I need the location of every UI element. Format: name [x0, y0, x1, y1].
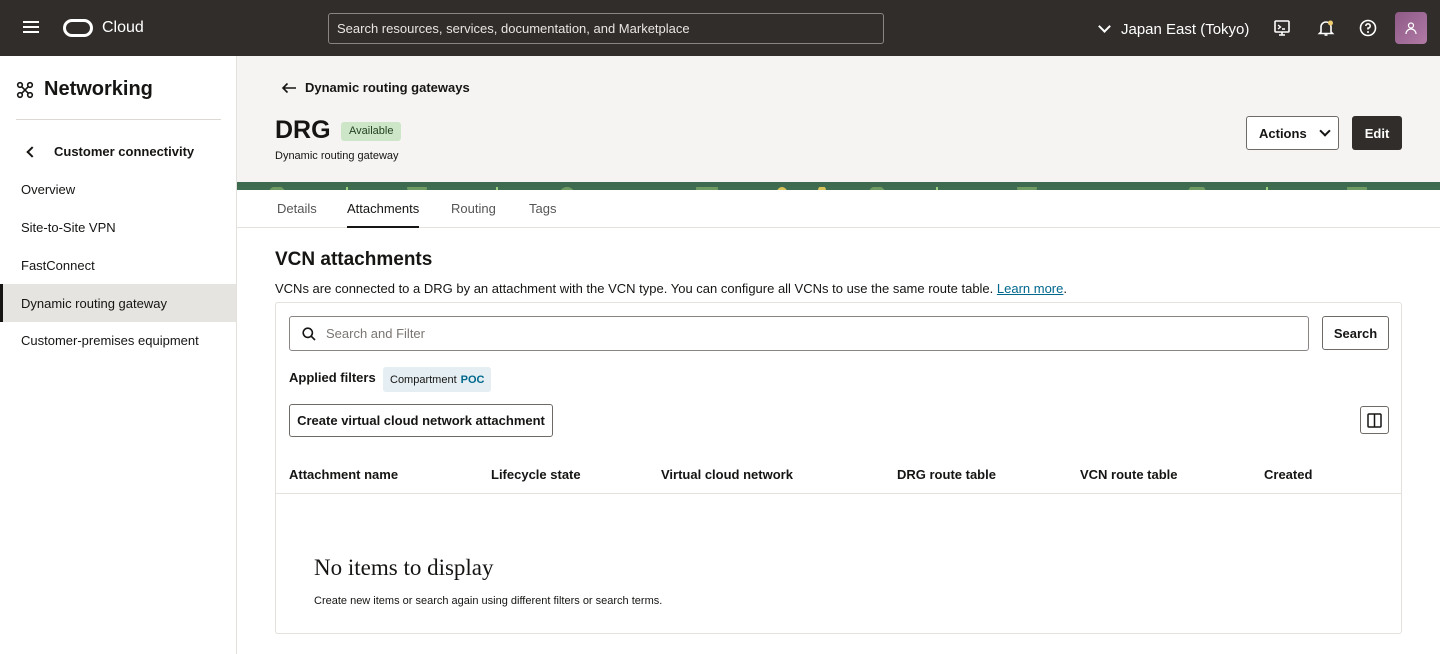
filter-chip-value: POC: [460, 373, 485, 386]
sidebar-divider: [16, 119, 221, 120]
sidebar-item-label: Overview: [21, 181, 76, 197]
region-selector[interactable]: Japan East (Tokyo): [1096, 19, 1249, 39]
oracle-logo-icon[interactable]: [63, 19, 93, 37]
arrow-left-icon: [281, 82, 296, 93]
column-header-lifecycle-state[interactable]: Lifecycle state: [491, 467, 581, 482]
filter-chip-key: Compartment: [390, 373, 457, 386]
sidebar-item-label: Dynamic routing gateway: [21, 295, 167, 311]
search-button[interactable]: Search: [1322, 316, 1389, 350]
table-header: Attachment name Lifecycle state Virtual …: [276, 455, 1401, 494]
page-subtitle: Dynamic routing gateway: [275, 150, 399, 162]
chevron-down-icon: [1098, 20, 1111, 33]
column-header-vcn-route-table[interactable]: VCN route table: [1080, 467, 1178, 482]
region-label: Japan East (Tokyo): [1121, 20, 1250, 38]
section-title: VCN attachments: [275, 249, 433, 270]
tab-tags[interactable]: Tags: [529, 201, 556, 228]
brand-name[interactable]: Cloud: [102, 19, 144, 37]
learn-more-link[interactable]: Learn more: [997, 281, 1063, 296]
sidebar-title: Networking: [16, 78, 153, 101]
breadcrumb-label: Dynamic routing gateways: [305, 80, 470, 95]
global-search[interactable]: [328, 13, 884, 44]
cloud-shell-icon[interactable]: [1273, 19, 1291, 37]
filter-chip-compartment[interactable]: Compartment POC: [383, 367, 492, 392]
sidebar-title-text: Networking: [44, 78, 153, 100]
sidebar: Networking Customer connectivity Overvie…: [0, 56, 237, 654]
user-avatar-icon[interactable]: [1395, 12, 1427, 44]
column-header-attachment-name[interactable]: Attachment name: [289, 467, 398, 482]
chevron-left-icon: [26, 145, 38, 158]
column-header-virtual-cloud-network[interactable]: Virtual cloud network: [661, 467, 793, 482]
column-header-created[interactable]: Created: [1264, 467, 1312, 482]
person-icon: [1405, 22, 1417, 35]
columns-icon[interactable]: [1360, 406, 1389, 434]
hamburger-icon[interactable]: [20, 18, 42, 38]
section-description: VCNs are connected to a DRG by an attach…: [275, 281, 1067, 296]
actions-label: Actions: [1259, 125, 1307, 141]
top-navigation-bar: Cloud Japan East (Tokyo): [0, 0, 1440, 56]
chevron-down-icon: [1319, 125, 1331, 137]
breadcrumb[interactable]: Dynamic routing gateways: [281, 80, 470, 95]
filter-search-field[interactable]: [289, 316, 1309, 351]
create-attachment-button[interactable]: Create virtual cloud network attachment: [289, 404, 553, 437]
attachments-panel: Search Applied filters Compartment POC C…: [275, 302, 1402, 634]
networking-icon: [16, 81, 34, 98]
sidebar-item-site-to-site-vpn[interactable]: Site-to-Site VPN: [0, 208, 236, 246]
filter-search-input[interactable]: [326, 326, 1308, 341]
tab-attachments[interactable]: Attachments: [347, 201, 420, 228]
section-description-end: .: [1063, 281, 1067, 296]
tab-bar: Details Attachments Routing Tags: [237, 190, 1440, 228]
global-search-input[interactable]: [329, 14, 883, 43]
status-badge: Available: [341, 122, 402, 141]
sidebar-item-label: Customer-premises equipment: [21, 332, 199, 348]
decorative-banner: [237, 182, 1440, 190]
search-icon: [302, 326, 316, 341]
page-header: Dynamic routing gateways DRG Available D…: [237, 56, 1440, 182]
help-icon[interactable]: [1359, 19, 1377, 37]
applied-filters-label: Applied filters: [289, 370, 376, 385]
tab-routing[interactable]: Routing: [451, 201, 496, 228]
empty-state-title: No items to display: [314, 555, 494, 580]
sidebar-item-customer-premises-equipment[interactable]: Customer-premises equipment: [0, 321, 236, 359]
sidebar-item-label: Site-to-Site VPN: [21, 219, 116, 235]
sidebar-back-label: Customer connectivity: [54, 144, 195, 159]
sidebar-item-fastconnect[interactable]: FastConnect: [0, 246, 236, 284]
empty-state-description: Create new items or search again using d…: [314, 595, 663, 607]
sidebar-item-label: FastConnect: [21, 257, 95, 273]
bell-icon[interactable]: [1317, 19, 1335, 37]
edit-button[interactable]: Edit: [1352, 116, 1402, 150]
sidebar-item-overview[interactable]: Overview: [0, 170, 236, 208]
sidebar-back-link[interactable]: Customer connectivity: [24, 144, 194, 159]
column-header-drg-route-table[interactable]: DRG route table: [897, 467, 996, 482]
tab-details[interactable]: Details: [277, 201, 317, 228]
columns-glyph: [1367, 412, 1382, 428]
section-description-text: VCNs are connected to a DRG by an attach…: [275, 281, 997, 296]
actions-button[interactable]: Actions: [1246, 116, 1339, 150]
sidebar-item-dynamic-routing-gateway[interactable]: Dynamic routing gateway: [0, 284, 236, 322]
page-title: DRG: [275, 116, 331, 144]
